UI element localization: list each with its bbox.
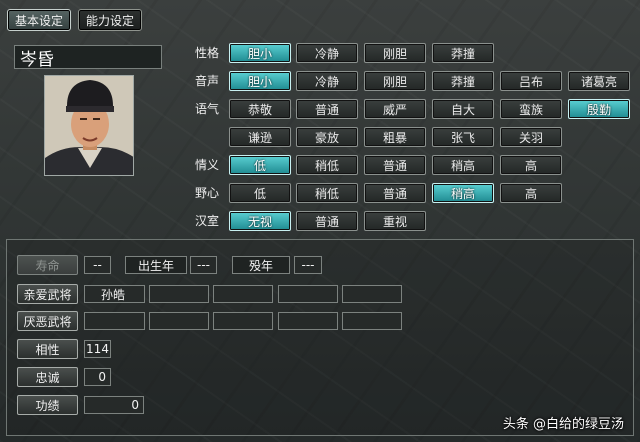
tab-basic-settings[interactable]: 基本设定	[7, 9, 71, 31]
ambition-option-4[interactable]: 稍高	[432, 183, 494, 203]
character-name: 岑昏	[14, 45, 162, 70]
character-portrait	[44, 75, 134, 176]
personality-option-4[interactable]: 莽撞	[432, 43, 494, 63]
disliked-general-slot-1[interactable]	[84, 312, 145, 330]
tone-option-6[interactable]: 殷勤	[568, 99, 630, 119]
favored-general-slot-2[interactable]	[149, 285, 209, 303]
label-righteousness: 情义	[194, 158, 219, 172]
righteousness-option-4[interactable]: 稍高	[432, 155, 494, 175]
han-option-1[interactable]: 无视	[229, 211, 291, 231]
personality-option-3[interactable]: 刚胆	[364, 43, 426, 63]
tone-option-8[interactable]: 豪放	[296, 127, 358, 147]
watermark: 头条 @白给的绿豆汤	[502, 417, 624, 432]
lifespan-value: --	[84, 256, 111, 274]
ambition-option-2[interactable]: 稍低	[296, 183, 358, 203]
favored-general-slot-1[interactable]: 孙皓	[84, 285, 145, 303]
lifespan-button[interactable]: 寿命	[17, 255, 78, 275]
favored-generals-button[interactable]: 亲爱武将	[17, 284, 78, 304]
tone-option-4[interactable]: 自大	[432, 99, 494, 119]
favored-general-slot-3[interactable]	[213, 285, 273, 303]
tone-option-1[interactable]: 恭敬	[229, 99, 291, 119]
tone-option-3[interactable]: 威严	[364, 99, 426, 119]
tone-option-7[interactable]: 谦逊	[229, 127, 291, 147]
label-tone: 语气	[194, 102, 219, 116]
birth-year-label: 出生年	[125, 256, 187, 274]
death-year-label: 殁年	[232, 256, 290, 274]
ambition-option-3[interactable]: 普通	[364, 183, 426, 203]
han-option-3[interactable]: 重视	[364, 211, 426, 231]
label-voice: 音声	[194, 74, 219, 88]
disliked-general-slot-5[interactable]	[342, 312, 402, 330]
label-ambition: 野心	[194, 186, 219, 200]
affinity-button[interactable]: 相性	[17, 339, 78, 359]
tone-option-2[interactable]: 普通	[296, 99, 358, 119]
voice-option-3[interactable]: 刚胆	[364, 71, 426, 91]
tone-option-11[interactable]: 关羽	[500, 127, 562, 147]
voice-option-6[interactable]: 诸葛亮	[568, 71, 630, 91]
tone-option-9[interactable]: 粗暴	[364, 127, 426, 147]
ambition-option-5[interactable]: 高	[500, 183, 562, 203]
loyalty-value[interactable]: 0	[84, 368, 111, 386]
righteousness-option-3[interactable]: 普通	[364, 155, 426, 175]
merit-button[interactable]: 功绩	[17, 395, 78, 415]
loyalty-button[interactable]: 忠诚	[17, 367, 78, 387]
disliked-general-slot-2[interactable]	[149, 312, 209, 330]
han-option-2[interactable]: 普通	[296, 211, 358, 231]
birth-year-value: ---	[190, 256, 217, 274]
righteousness-option-2[interactable]: 稍低	[296, 155, 358, 175]
label-personality: 性格	[194, 46, 219, 60]
voice-option-2[interactable]: 冷静	[296, 71, 358, 91]
voice-option-1[interactable]: 胆小	[229, 71, 291, 91]
disliked-general-slot-4[interactable]	[278, 312, 338, 330]
voice-option-4[interactable]: 莽撞	[432, 71, 494, 91]
death-year-value: ---	[294, 256, 322, 274]
favored-general-slot-4[interactable]	[278, 285, 338, 303]
tab-ability-settings[interactable]: 能力设定	[78, 9, 142, 31]
affinity-value[interactable]: 114	[84, 340, 111, 358]
righteousness-option-1[interactable]: 低	[229, 155, 291, 175]
ambition-option-1[interactable]: 低	[229, 183, 291, 203]
merit-value[interactable]: 0	[84, 396, 144, 414]
voice-option-5[interactable]: 吕布	[500, 71, 562, 91]
personality-option-2[interactable]: 冷静	[296, 43, 358, 63]
righteousness-option-5[interactable]: 高	[500, 155, 562, 175]
favored-general-slot-5[interactable]	[342, 285, 402, 303]
disliked-general-slot-3[interactable]	[213, 312, 273, 330]
personality-option-1[interactable]: 胆小	[229, 43, 291, 63]
disliked-generals-button[interactable]: 厌恶武将	[17, 311, 78, 331]
tone-option-10[interactable]: 张飞	[432, 127, 494, 147]
label-han-dynasty: 汉室	[194, 214, 219, 228]
tone-option-5[interactable]: 蛮族	[500, 99, 562, 119]
